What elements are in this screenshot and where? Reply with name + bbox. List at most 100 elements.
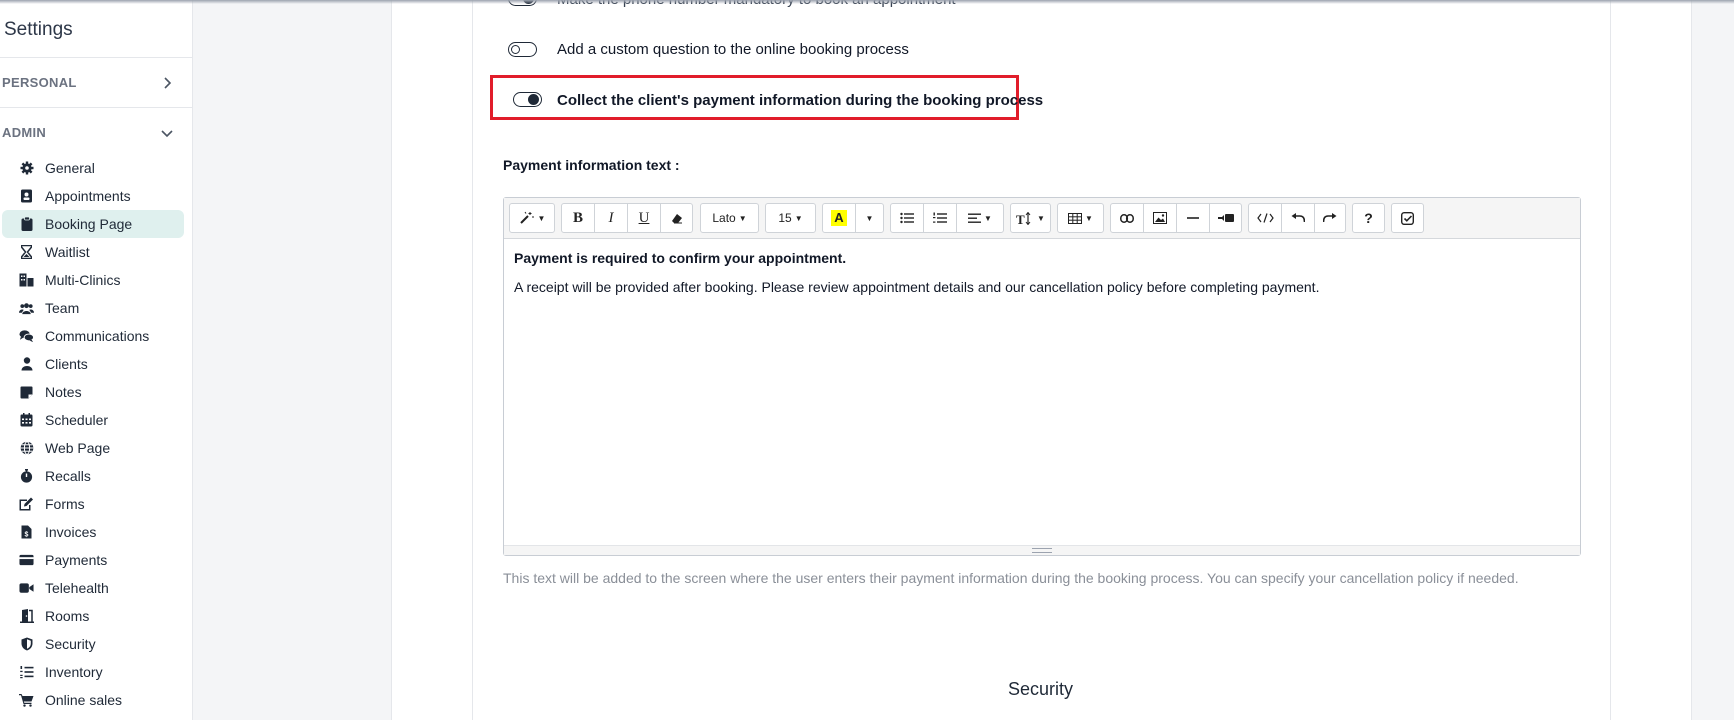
redo-button[interactable]	[1315, 204, 1345, 232]
align-button[interactable]: ▼	[957, 204, 1003, 232]
sticky-note-icon	[19, 385, 34, 400]
clear-format-button[interactable]	[661, 204, 692, 232]
custom-question-toggle[interactable]	[508, 42, 537, 57]
minus-icon	[1187, 217, 1199, 219]
svg-text:T: T	[1016, 212, 1025, 225]
editor-toolbar: ▼ B I U Lato ▼ 15 ▼ A ▼ ▼ T ▼ ▼ ?	[504, 198, 1580, 239]
undo-button[interactable]	[1282, 204, 1315, 232]
text-height-button[interactable]: T ▼	[1011, 204, 1050, 232]
font-family-select[interactable]: Lato ▼	[701, 204, 758, 232]
underline-button[interactable]: U	[628, 204, 661, 232]
shield-icon	[19, 637, 34, 652]
payment-info-label: Payment information text :	[503, 157, 680, 173]
section-admin-label: ADMIN	[2, 125, 47, 140]
sidebar-item-forms[interactable]: Forms	[2, 490, 184, 518]
horizontal-rule-button[interactable]	[1177, 204, 1210, 232]
sidebar-item-label: Communications	[45, 328, 150, 344]
sidebar-item-notes[interactable]: Notes	[2, 378, 184, 406]
sidebar-item-label: Multi-Clinics	[45, 272, 121, 288]
svg-text:$: $	[25, 532, 29, 539]
bullet-list-button[interactable]	[891, 204, 924, 232]
editor-paragraph-2: A receipt will be provided after booking…	[514, 279, 1320, 295]
insert-image-button[interactable]	[1144, 204, 1177, 232]
color-dropdown-button[interactable]: ▼	[856, 204, 883, 232]
sidebar-item-label: Forms	[45, 496, 85, 512]
collect-payment-toggle[interactable]	[513, 92, 542, 107]
caret-down-icon: ▼	[1037, 213, 1045, 223]
sidebar-item-telehealth[interactable]: Telehealth	[2, 574, 184, 602]
payment-info-editor[interactable]: ▼ B I U Lato ▼ 15 ▼ A ▼ ▼ T ▼ ▼ ? Paymen…	[503, 197, 1581, 556]
list-ol-icon	[19, 665, 34, 680]
door-icon	[19, 609, 34, 624]
credit-card-icon	[19, 553, 34, 568]
sidebar-item-communications[interactable]: Communications	[2, 322, 184, 350]
sidebar-item-clients[interactable]: Clients	[2, 350, 184, 378]
eraser-icon	[671, 214, 682, 224]
help-button[interactable]: ?	[1353, 204, 1384, 232]
editor-resize-bar[interactable]	[504, 545, 1580, 555]
sidebar-item-waitlist[interactable]: Waitlist	[2, 238, 184, 266]
security-section-heading: Security	[1008, 679, 1074, 699]
sidebar-item-online-sales[interactable]: Online sales	[2, 686, 184, 714]
sidebar-item-invoices[interactable]: $ Invoices	[2, 518, 184, 546]
code-icon	[1256, 213, 1274, 223]
sidebar-item-payments[interactable]: Payments	[2, 546, 184, 574]
caret-down-icon: ▼	[1085, 213, 1093, 223]
sidebar-item-label: Telehealth	[45, 580, 109, 596]
section-personal-label: PERSONAL	[2, 75, 77, 90]
text-color-button[interactable]: A	[823, 204, 856, 232]
sidebar-title: Settings	[4, 19, 73, 40]
numbered-list-button[interactable]	[924, 204, 957, 232]
custom-question-label: Add a custom question to the online book…	[557, 41, 909, 58]
tb-group-check	[1391, 203, 1424, 233]
sidebar-item-security[interactable]: Security	[2, 630, 184, 658]
sidebar-item-rooms[interactable]: Rooms	[2, 602, 184, 630]
tb-group-style: ▼	[509, 203, 555, 233]
globe-icon	[19, 441, 34, 456]
sidebar-item-scheduler[interactable]: Scheduler	[2, 406, 184, 434]
sidebar-item-booking-page[interactable]: Booking Page	[2, 210, 184, 238]
sidebar-item-label: Security	[45, 636, 96, 652]
link-icon	[1120, 213, 1134, 223]
chevron-right-icon	[164, 76, 172, 89]
sidebar-item-label: Web Page	[45, 440, 111, 456]
toggle-knob	[511, 44, 520, 54]
sidebar-item-recalls[interactable]: Recalls	[2, 462, 184, 490]
sidebar-item-multi-clinics[interactable]: Multi-Clinics	[2, 266, 184, 294]
invoice-dollar-icon: $	[19, 525, 34, 540]
sidebar-item-label: Inventory	[45, 664, 103, 680]
section-admin[interactable]: ADMIN	[0, 107, 192, 157]
chevron-down-icon	[161, 129, 173, 137]
insert-video-button[interactable]	[1210, 204, 1241, 232]
section-personal[interactable]: PERSONAL	[0, 57, 192, 107]
bold-button[interactable]: B	[562, 204, 595, 232]
editor-content[interactable]: Payment is required to confirm your appo…	[514, 250, 1570, 295]
magic-wand-button[interactable]: ▼	[510, 204, 554, 232]
table-button[interactable]: ▼	[1058, 204, 1103, 232]
magic-wand-icon	[519, 211, 534, 224]
tb-group-line-height: T ▼	[1010, 203, 1051, 233]
insert-link-button[interactable]	[1111, 204, 1144, 232]
tb-group-color: A ▼	[822, 203, 884, 233]
sidebar-item-inventory[interactable]: Inventory	[2, 658, 184, 686]
sidebar-item-general[interactable]: General	[2, 154, 184, 182]
italic-button[interactable]: I	[595, 204, 628, 232]
sidebar-item-team[interactable]: Team	[2, 294, 184, 322]
resize-grip-icon	[1032, 548, 1052, 553]
check-button[interactable]	[1392, 204, 1423, 232]
list-ul-icon	[900, 212, 914, 224]
payment-help-text: This text will be added to the screen wh…	[503, 570, 1519, 586]
code-view-button[interactable]	[1249, 204, 1282, 232]
sidebar-item-web-page[interactable]: Web Page	[2, 434, 184, 462]
sidebar-item-label: Online sales	[45, 692, 123, 708]
font-size-select[interactable]: 15 ▼	[766, 204, 815, 232]
sidebar-item-appointments[interactable]: Appointments	[2, 182, 184, 210]
caret-down-icon: ▼	[865, 213, 874, 223]
settings-sidebar: Settings PERSONAL ADMIN General Appointm…	[0, 0, 193, 720]
sidebar-item-label: Notes	[45, 384, 82, 400]
hourglass-icon	[19, 245, 34, 260]
caret-down-icon: ▼	[984, 213, 992, 223]
sidebar-item-label: Team	[45, 300, 80, 316]
redo-icon	[1323, 213, 1337, 223]
caret-down-icon: ▼	[537, 213, 546, 223]
